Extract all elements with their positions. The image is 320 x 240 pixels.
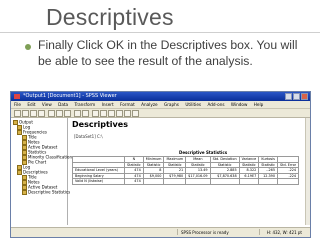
processor-status: SPSS Processor is ready: [181, 230, 229, 235]
toolbar: [11, 109, 310, 118]
maximize-icon[interactable]: [293, 93, 300, 100]
title-divider: [0, 32, 320, 33]
table-title: Descriptive Statistics: [179, 150, 228, 155]
expand-icon[interactable]: [108, 110, 115, 117]
table-header-cell: Std. Error: [276, 161, 300, 168]
window-title: *Output1 [Document1] - SPSS Viewer: [23, 93, 117, 99]
slide-title: Descriptives: [46, 4, 174, 30]
dataset-label: [DataSet1] C:\: [74, 134, 103, 139]
outline-pane: Output Log Frequencies Title Notes Activ…: [11, 118, 72, 225]
table-header-cell: Kurtosis: [258, 156, 278, 163]
close-icon[interactable]: [301, 93, 308, 100]
goto-data-icon[interactable]: [74, 110, 81, 117]
table-cell: [238, 178, 260, 185]
app-icon: [14, 94, 20, 99]
table-row: Valid N (listwise) 474: [72, 178, 300, 185]
output-pane: Descriptives [DataSet1] C:\ Descriptive …: [69, 118, 306, 225]
table-cell: [258, 178, 278, 185]
table-header-cell: Statistic: [238, 161, 260, 168]
menu-file[interactable]: File: [14, 102, 21, 107]
menu-help[interactable]: Help: [254, 102, 264, 107]
menu-transform[interactable]: Transform: [74, 102, 95, 107]
descriptive-statistics-table[interactable]: N Minimum Maximum Mean Std. Deviation Va…: [72, 156, 300, 185]
table-cell: Educational Level (years): [72, 167, 125, 174]
table-header-cell: Std. Deviation: [209, 156, 240, 163]
save-icon[interactable]: [22, 110, 29, 117]
status-divider: [177, 229, 178, 235]
table-header-cell: Variance: [238, 156, 260, 163]
table-header-cell: Statistic: [124, 161, 144, 168]
undo-icon[interactable]: [64, 110, 71, 117]
menu-window[interactable]: Window: [231, 102, 248, 107]
table-icon: [22, 190, 27, 195]
minimize-icon[interactable]: [285, 93, 292, 100]
promote-icon[interactable]: [92, 110, 99, 117]
bullet-item: Finally Click OK in the Descriptives box…: [25, 38, 300, 69]
table-cell: [209, 178, 240, 185]
bullet-dot-icon: [25, 44, 31, 50]
table-header-cell: Maximum: [163, 156, 187, 163]
spss-viewer-window: *Output1 [Document1] - SPSS Viewer File …: [10, 91, 311, 238]
table-cell: [276, 178, 300, 185]
status-divider: [259, 229, 260, 235]
hide-icon[interactable]: [132, 110, 139, 117]
table-header-cell: Minimum: [142, 156, 165, 163]
menu-analyze[interactable]: Analyze: [141, 102, 158, 107]
table-header-cell: Statistic: [258, 161, 278, 168]
vertical-scrollbar[interactable]: [305, 118, 310, 225]
menu-data[interactable]: Data: [58, 102, 68, 107]
menu-bar: File Edit View Data Transform Insert For…: [11, 101, 310, 109]
menu-graphs[interactable]: Graphs: [164, 102, 179, 107]
position-readout: H: 432, W: 421 pt: [266, 230, 302, 235]
menu-format[interactable]: Format: [120, 102, 135, 107]
preview-icon[interactable]: [38, 110, 45, 117]
demote-icon[interactable]: [100, 110, 107, 117]
output-heading: Descriptives: [72, 120, 128, 129]
menu-view[interactable]: View: [42, 102, 52, 107]
recall-dialog-icon[interactable]: [56, 110, 63, 117]
status-bar: SPSS Processor is ready H: 432, W: 421 p…: [11, 227, 310, 237]
print-icon[interactable]: [30, 110, 37, 117]
window-controls: [285, 93, 308, 100]
table-cell: [163, 178, 187, 185]
window-titlebar: *Output1 [Document1] - SPSS Viewer: [11, 92, 310, 101]
collapse-icon[interactable]: [116, 110, 123, 117]
open-icon[interactable]: [14, 110, 21, 117]
menu-utilities[interactable]: Utilities: [185, 102, 201, 107]
outline-item[interactable]: Descriptive Statistics: [22, 190, 70, 195]
menu-add-ons[interactable]: Add-ons: [207, 102, 224, 107]
menu-edit[interactable]: Edit: [27, 102, 35, 107]
table-cell: [185, 178, 211, 185]
export-icon[interactable]: [48, 110, 55, 117]
show-icon[interactable]: [124, 110, 131, 117]
table-cell: Valid N (listwise): [72, 178, 125, 185]
table-cell: $17,016.09: [185, 172, 211, 179]
table-cell: [142, 178, 165, 185]
variables-icon[interactable]: [82, 110, 89, 117]
table-cell: 474: [124, 178, 144, 185]
menu-insert[interactable]: Insert: [102, 102, 114, 107]
bullet-text: Finally Click OK in the Descriptives box…: [38, 38, 298, 68]
